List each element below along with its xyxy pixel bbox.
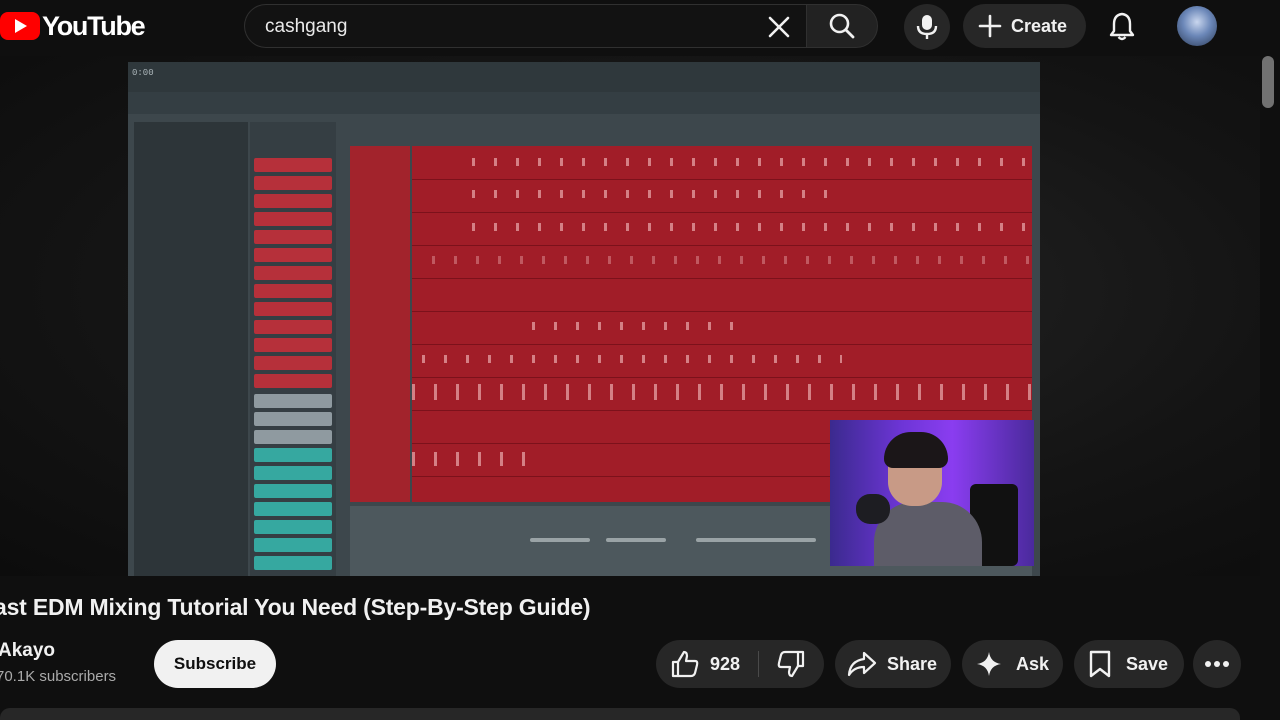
sparkle-icon <box>977 652 1001 676</box>
bell-icon <box>1109 12 1135 41</box>
channel-name[interactable]: Akayo <box>0 640 55 662</box>
account-avatar[interactable] <box>1177 6 1217 46</box>
channel-strip <box>254 502 332 516</box>
channel-strip <box>254 520 332 534</box>
channel-strip <box>254 176 332 190</box>
channel-strip <box>254 374 332 388</box>
track-divider <box>412 377 1032 378</box>
top-bar: YouTube cashgang Create <box>0 0 1280 56</box>
video-title: ast EDM Mixing Tutorial You Need (Step-B… <box>0 594 591 620</box>
channel-strip <box>254 466 332 480</box>
playlist-track-labels <box>350 146 410 502</box>
dislike-button[interactable] <box>759 640 823 688</box>
channel-strip <box>254 430 332 444</box>
notifications-button[interactable] <box>1102 6 1142 46</box>
search-button[interactable] <box>806 4 878 48</box>
channel-strip <box>254 248 332 262</box>
clear-search-button[interactable] <box>762 10 796 44</box>
share-label: Share <box>887 653 938 674</box>
page-scrollbar[interactable] <box>1262 56 1274 108</box>
share-arrow-icon <box>847 651 877 677</box>
save-label: Save <box>1126 653 1169 674</box>
search-input[interactable]: cashgang <box>244 4 810 48</box>
more-horizontal-icon <box>1205 661 1229 667</box>
audio-clip <box>472 190 832 198</box>
webcam-microphone <box>856 494 890 524</box>
daw-time-display: 0:00 <box>132 68 154 78</box>
track-divider <box>412 179 1032 180</box>
plus-icon <box>978 14 1002 38</box>
webcam-overlay <box>830 420 1034 566</box>
logo-text: YouTube <box>42 10 146 41</box>
search-icon <box>829 13 855 39</box>
audio-clip <box>412 384 1032 400</box>
create-label: Create <box>1011 15 1068 36</box>
channel-strip <box>254 266 332 280</box>
channel-strip <box>254 158 332 172</box>
voice-search-button[interactable] <box>904 4 950 50</box>
channel-strip <box>254 284 332 298</box>
subscriber-count: 70.1K subscribers <box>0 668 117 685</box>
automation-bar <box>606 538 666 542</box>
youtube-logo-icon <box>0 11 40 41</box>
audio-clip <box>472 223 1032 231</box>
automation-bar <box>696 538 816 542</box>
track-divider <box>412 344 1032 345</box>
automation-bar <box>530 538 590 542</box>
audio-clip <box>472 158 1032 166</box>
webcam-person-hair <box>884 432 948 468</box>
like-button[interactable]: 928 <box>656 640 758 688</box>
save-button[interactable]: Save <box>1074 640 1184 688</box>
channel-strip <box>254 338 332 352</box>
channel-strip <box>254 356 332 370</box>
channel-strip <box>254 556 332 570</box>
track-divider <box>412 212 1032 213</box>
share-button[interactable]: Share <box>835 640 951 688</box>
channel-strip <box>254 320 332 334</box>
track-divider <box>412 278 1032 279</box>
channel-strip <box>254 230 332 244</box>
daw-browser-panel <box>134 122 248 576</box>
webcam-person-body <box>874 502 982 566</box>
search-query: cashgang <box>265 16 348 37</box>
like-dislike-group: 928 <box>656 640 824 688</box>
ask-button[interactable]: Ask <box>962 640 1063 688</box>
track-divider <box>412 311 1032 312</box>
audio-clip <box>412 452 532 466</box>
microphone-icon <box>916 15 938 39</box>
channel-strip <box>254 394 332 408</box>
channel-strip <box>254 194 332 208</box>
youtube-logo[interactable]: YouTube <box>0 10 146 42</box>
daw-channel-rack <box>250 122 336 576</box>
ask-label: Ask <box>1016 653 1050 674</box>
channel-strip <box>254 412 332 426</box>
channel-strip <box>254 212 332 226</box>
track-divider <box>412 410 1032 411</box>
channel-strip <box>254 302 332 316</box>
audio-clip <box>532 322 752 330</box>
thumbs-down-icon <box>777 650 805 678</box>
channel-strip <box>254 448 332 462</box>
channel-strip <box>254 484 332 498</box>
thumbs-up-icon <box>671 650 699 678</box>
video-player[interactable]: 0:00 <box>0 56 1260 576</box>
audio-clip <box>432 256 1032 264</box>
daw-toolbar: 0:00 <box>128 62 1040 92</box>
track-divider <box>412 245 1032 246</box>
like-count: 928 <box>710 653 741 674</box>
channel-strip <box>254 538 332 552</box>
close-icon <box>768 16 790 38</box>
more-actions-button[interactable] <box>1193 640 1241 688</box>
subscribe-button[interactable]: Subscribe <box>154 640 276 688</box>
audio-clip <box>422 355 842 363</box>
bookmark-icon <box>1089 650 1111 678</box>
daw-tools-row <box>128 92 1040 114</box>
create-button[interactable]: Create <box>963 4 1086 48</box>
description-panel-edge[interactable] <box>0 708 1240 720</box>
